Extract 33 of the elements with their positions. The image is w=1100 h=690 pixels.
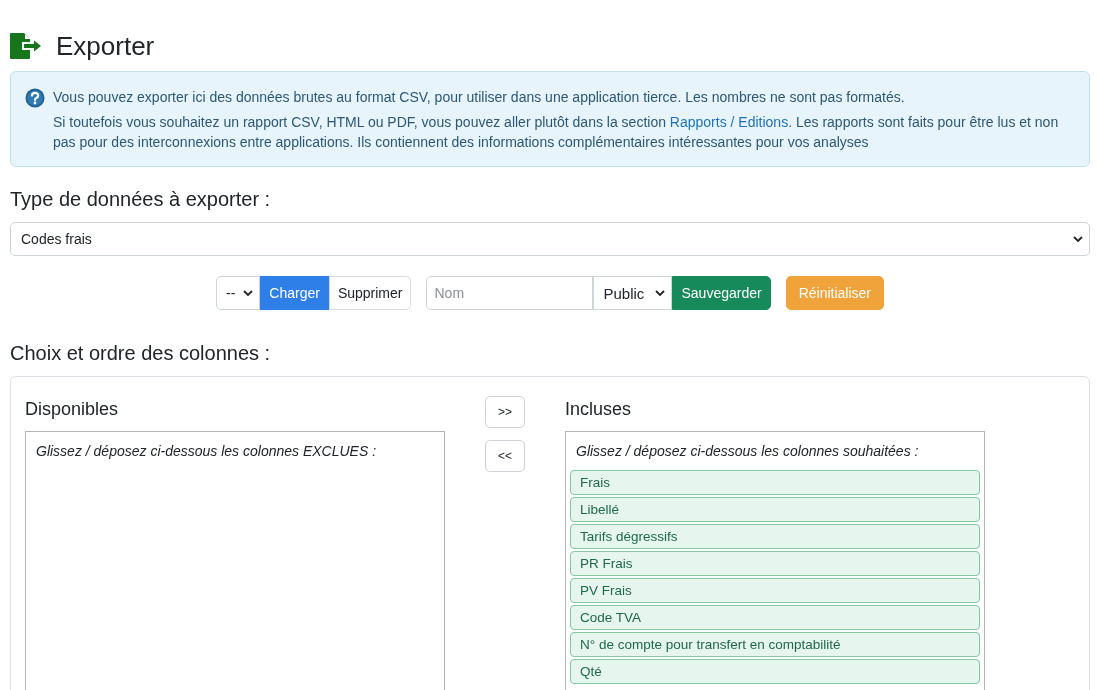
dropdown-select[interactable]: Public — [593, 276, 673, 310]
column-item[interactable]: PR Frais — [570, 551, 980, 576]
section-heading: Type de données à exporter : — [10, 187, 272, 212]
column-title: Disponibles — [25, 398, 120, 421]
column-item[interactable]: Code TVA — [570, 605, 980, 630]
column-item[interactable]: Tarifs dégressifs — [570, 524, 980, 549]
drop-hint: Glissez / déposez ci-dessous les colonnes souhaitées : — [575, 442, 920, 461]
save-button[interactable]: Sauvegarder — [672, 276, 771, 310]
load-button[interactable]: Charger — [260, 276, 329, 310]
column-item[interactable]: Qté — [570, 659, 980, 684]
section-heading: Choix et ordre des colonnes : — [10, 341, 272, 366]
chevron-down-icon — [655, 290, 666, 296]
file-export-icon — [10, 33, 42, 59]
page-title: Exporter — [56, 30, 155, 62]
help-icon — [25, 88, 45, 108]
info-text: Si toutefois vous souhaitez un rapport CSV, HTML ou PDF, vous pouvez aller plutôt dans la section Rapports / Editions. Les rapports sont faits pour être lus et non pas pour des interconnexions entre applications. Ils contiennent des informations complémentaires intéressantes pour vos analyses — [53, 113, 1059, 152]
move-button[interactable]: << — [485, 440, 525, 472]
chevron-down-icon — [1073, 236, 1083, 242]
column-item[interactable]: Frais — [570, 470, 980, 495]
data-type-select[interactable]: Codes frais — [10, 222, 1090, 256]
drop-hint: Glissez / déposez ci-dessous les colonnes EXCLUES : — [35, 442, 378, 461]
dropdown-select[interactable]: -- — [215, 276, 261, 310]
delete-button[interactable]: Supprimer — [328, 276, 412, 310]
info-text: Vous pouvez exporter ici des données brutes au format CSV, pour utiliser dans une application tierce. Les nombres ne sont pas formatés. — [53, 88, 906, 107]
column-title: Incluses — [565, 398, 633, 421]
column-item[interactable]: Libellé — [570, 497, 980, 522]
column-item[interactable]: PV Frais — [570, 578, 980, 603]
move-button[interactable]: >> — [485, 396, 525, 428]
name-input[interactable]: Nom — [426, 276, 594, 310]
excluded-columns-list[interactable]: Glissez / déposez ci-dessous les colonnes EXCLUES : — [25, 431, 445, 690]
column-item[interactable]: N° de compte pour transfert en comptabilité — [570, 632, 980, 657]
included-columns-list[interactable]: Glissez / déposez ci-dessous les colonnes souhaitées : Frais Libellé Tarifs dégressifs PR Frais PV Frais Code TVA N° de compte pour transfert en comptabilité Qté — [565, 431, 985, 690]
chevron-down-icon — [243, 290, 254, 296]
